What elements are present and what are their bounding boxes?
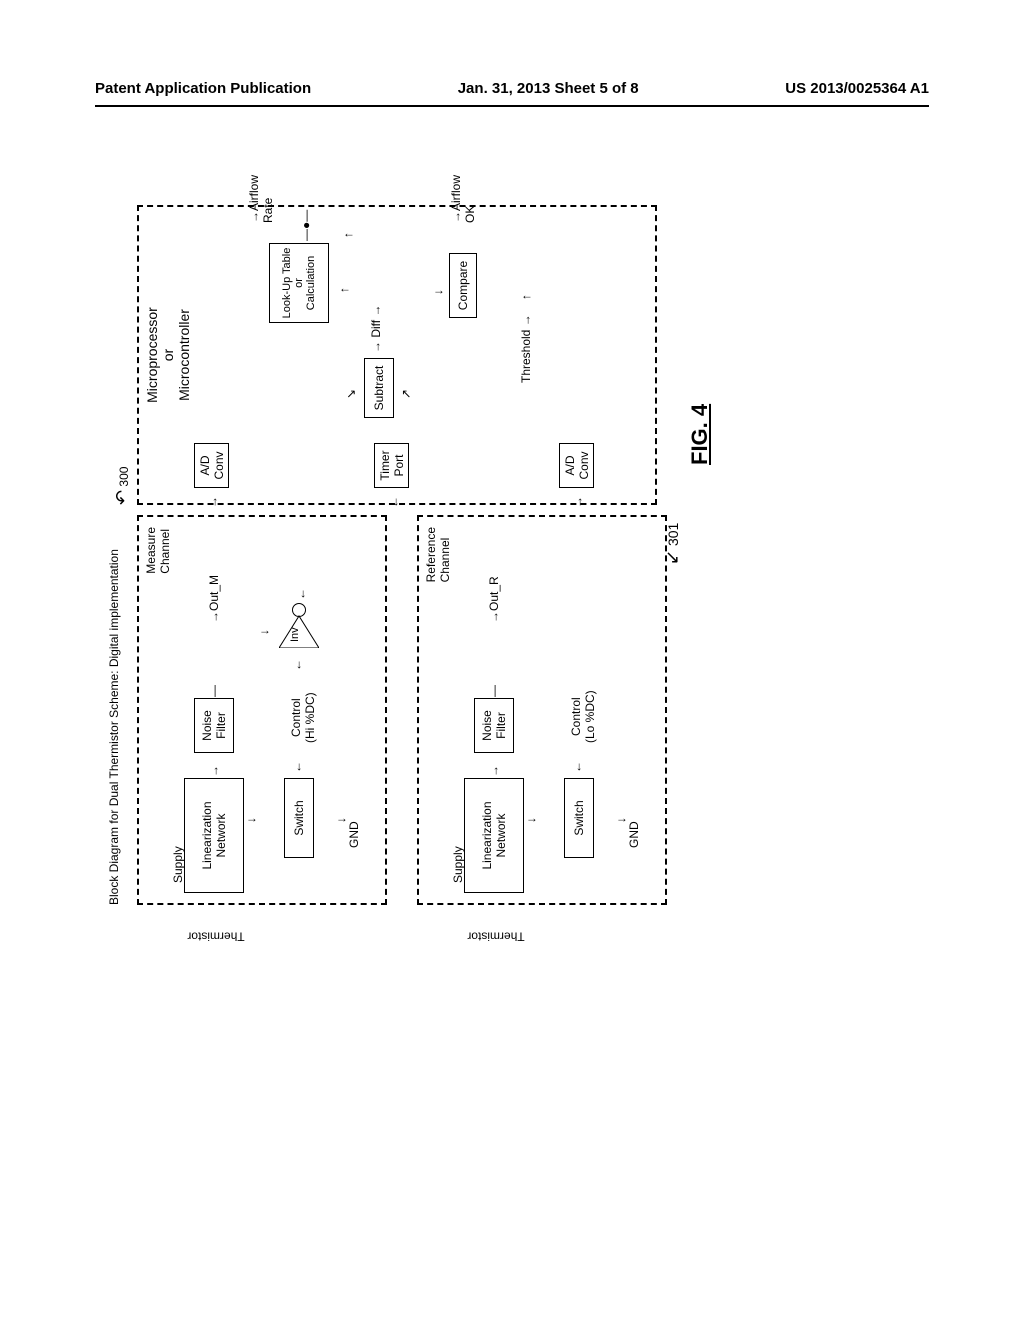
linearization-network-m: Linearization Network xyxy=(184,778,244,893)
header-right: US 2013/0025364 A1 xyxy=(785,80,929,97)
header-divider xyxy=(95,105,929,107)
ref-301: ↙ 301 xyxy=(662,523,683,565)
inv-label: Inv xyxy=(289,627,301,642)
diff-label: → Diff → xyxy=(369,305,383,353)
reference-channel-wrapper: Reference Channel Supply Thermistor Line… xyxy=(407,515,657,905)
gnd-label-r: GND xyxy=(627,821,641,848)
measure-channel: Measure Channel Supply Thermistor Linear… xyxy=(137,515,387,905)
control-label-r: Control (Lo %DC) xyxy=(569,690,598,743)
diagram-title: Block Diagram for Dual Thermistor Scheme… xyxy=(107,549,121,905)
out-r-label: →Out_R xyxy=(487,576,501,623)
control-label-m: Control (Hi %DC) xyxy=(289,692,318,743)
block-diagram: Block Diagram for Dual Thermistor Scheme… xyxy=(127,205,897,905)
threshold-label: Threshold → xyxy=(519,314,533,383)
inverter-bubble-icon xyxy=(292,603,306,617)
subtract-block: Subtract xyxy=(364,358,394,418)
airflow-ok-output: →Airflow OK xyxy=(449,175,478,223)
supply-label-m: Supply xyxy=(171,846,185,883)
ad-conv-m: A/D Conv xyxy=(194,443,229,488)
reference-channel-label: Reference Channel xyxy=(424,527,452,582)
switch-r: Switch xyxy=(564,778,594,858)
airflow-rate-output: →Airflow Rate xyxy=(247,175,276,223)
supply-label-r: Supply xyxy=(451,846,465,883)
noise-filter-m: Noise Filter xyxy=(194,698,234,753)
switch-m: Switch xyxy=(284,778,314,858)
mcu-title: Microprocessor or Microcontroller xyxy=(144,207,192,503)
measure-channel-label: Measure Channel xyxy=(144,527,172,574)
linearization-network-r: Linearization Network xyxy=(464,778,524,893)
thermistor-label-m: Thermistor xyxy=(187,929,244,943)
header-center: Jan. 31, 2013 Sheet 5 of 8 xyxy=(458,80,639,97)
page-header: Patent Application Publication Jan. 31, … xyxy=(0,80,1024,97)
thermistor-label-r: Thermistor xyxy=(467,929,524,943)
lookup-table-block: Look-Up Table or Calculation xyxy=(269,243,329,323)
out-m-label: →Out_M xyxy=(207,575,221,623)
header-left: Patent Application Publication xyxy=(95,80,311,97)
compare-block: Compare xyxy=(449,253,477,318)
figure-label: FIG. 4 xyxy=(687,404,713,465)
noise-filter-r: Noise Filter xyxy=(474,698,514,753)
timer-port: Timer Port xyxy=(374,443,409,488)
ref-300: ↶ 300 xyxy=(112,467,133,505)
microprocessor-block: Microprocessor or Microcontroller A/D Co… xyxy=(137,205,657,505)
gnd-label-m: GND xyxy=(347,821,361,848)
ad-conv-r: A/D Conv xyxy=(559,443,594,488)
reference-channel: Reference Channel Supply Thermistor Line… xyxy=(417,515,667,905)
